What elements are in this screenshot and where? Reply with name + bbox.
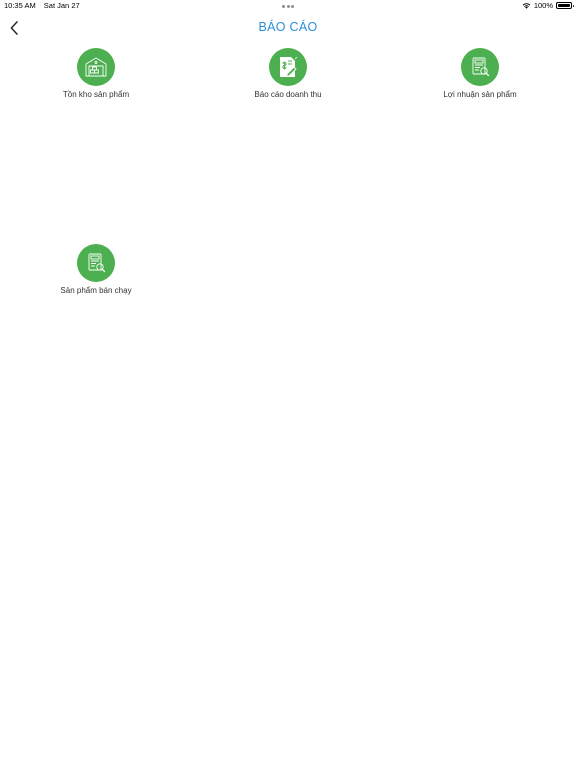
best-seller-icon [88,253,106,273]
report-label: Báo cáo doanh thu [254,90,322,99]
report-item-revenue[interactable]: Báo cáo doanh thu [192,48,384,99]
report-label: Sản phẩm bán chạy [60,286,132,295]
report-icon-circle [77,244,115,282]
status-indicators: 100% [522,1,574,10]
status-time-text: 10:35 AM [4,1,36,10]
wifi-icon [522,3,531,9]
battery-icon [556,2,574,9]
status-date: Sat Jan 27 [43,1,80,10]
status-bar: 10:35 AM Sat Jan 27 100% [0,0,576,12]
nav-bar: BÁO CÁO [0,14,576,42]
page-title: BÁO CÁO [258,20,318,34]
report-item-best-seller[interactable]: Sản phẩm bán chạy [0,244,192,295]
status-time: 10:35 AM Sat Jan 27 [4,1,80,10]
battery-percent: 100% [533,1,553,10]
report-icon-circle [461,48,499,86]
report-label: Tồn kho sản phẩm [62,90,130,99]
profit-report-icon [472,57,490,77]
revenue-report-icon [280,56,298,77]
report-item-profit[interactable]: Lợi nhuận sản phẩm [384,48,576,99]
report-icon-circle [77,48,115,86]
warehouse-icon [85,57,107,77]
multitasking-dots-icon[interactable] [282,5,294,8]
report-label: Lợi nhuận sản phẩm [443,90,517,99]
report-icon-circle [269,48,307,86]
report-item-inventory[interactable]: Tồn kho sản phẩm [0,48,192,99]
